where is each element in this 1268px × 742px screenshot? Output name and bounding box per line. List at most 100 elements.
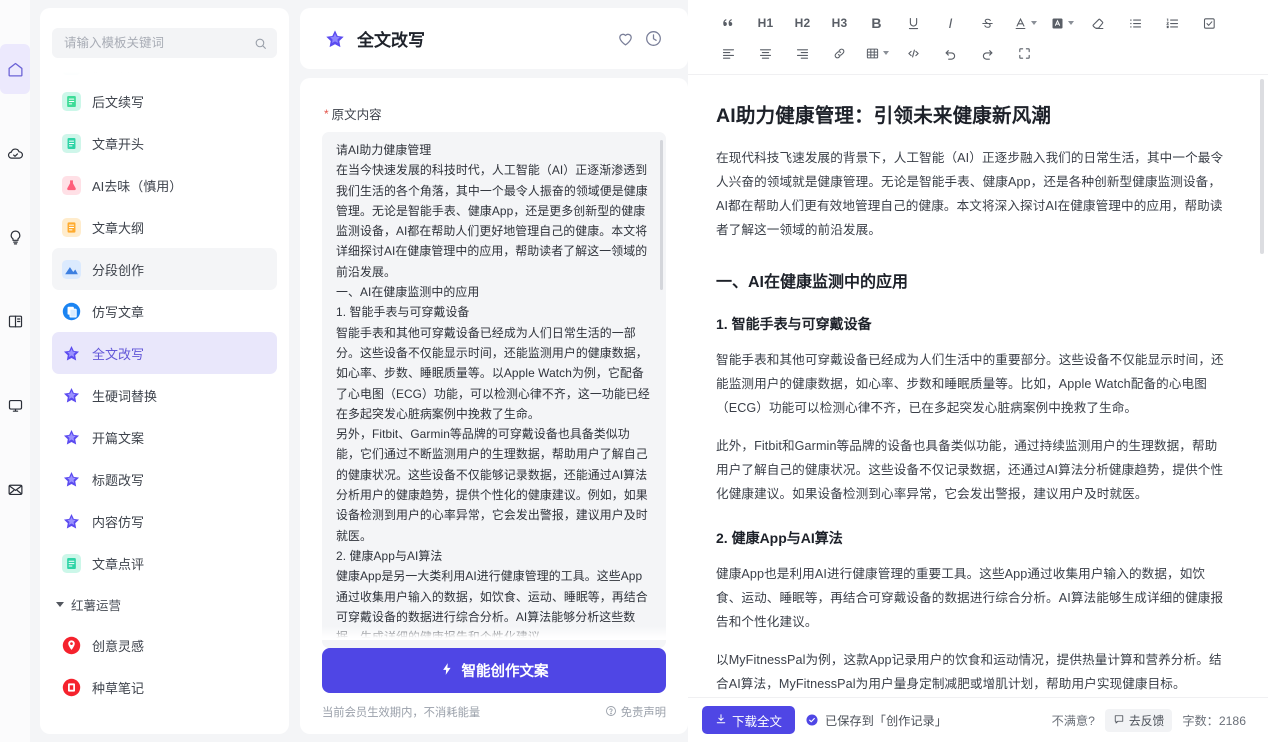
editor-scrollbar[interactable]: [1260, 79, 1264, 254]
editor-footer: 下载全文 已保存到「创作记录」 不满意? 去反馈 字数：2186: [688, 697, 1268, 742]
align-center-button[interactable]: [747, 40, 784, 67]
unhappy-text: 不满意?: [1051, 714, 1095, 728]
generate-button-label: 智能创作文案: [461, 664, 549, 680]
strikethrough-button[interactable]: [969, 10, 1006, 37]
sidebar-item-11[interactable]: 内容仿写: [52, 500, 277, 542]
editor-document-scroll[interactable]: AI助力健康管理：引领未来健康新风潮 在现代科技飞速发展的背景下，人工智能（AI…: [688, 75, 1268, 697]
clear-format-button[interactable]: [1080, 10, 1117, 37]
sidebar-group-header[interactable]: 红薯运营: [52, 584, 277, 624]
field-label-row: * 原文内容: [300, 78, 688, 132]
feedback-button[interactable]: 去反馈: [1104, 708, 1173, 732]
redo-button[interactable]: [969, 40, 1006, 67]
feedback-icon: [1113, 713, 1125, 728]
quote-icon[interactable]: [710, 10, 747, 37]
code-button[interactable]: [895, 40, 932, 67]
rail-item-cloud[interactable]: [0, 128, 30, 178]
textarea-scrollbar[interactable]: [660, 140, 663, 290]
table-button[interactable]: [858, 40, 895, 67]
disclaimer-link[interactable]: 免责声明: [605, 704, 666, 720]
template-list[interactable]: 模板名称后文续写 文章开头 AI去味（慎用） 文章大纲 分段创作 仿写文章全文改写生硬词替…: [40, 64, 289, 734]
undo-button[interactable]: [932, 40, 969, 67]
editor-toolbar: H1 H2 H3 B I: [688, 0, 1268, 75]
history-icon[interactable]: [639, 25, 667, 53]
icon-rail: [0, 0, 30, 742]
heading-2-button[interactable]: H2: [784, 10, 821, 37]
sidebar-item-10[interactable]: 标题改写: [52, 458, 277, 500]
search-container: [40, 8, 289, 64]
search-icon[interactable]: [254, 37, 267, 50]
doc-icon: [62, 64, 81, 75]
sidebar-item-label: 生硬词替换: [92, 388, 158, 404]
form-body: * 原文内容 请AI助力健康管理 在当今快速发展的科技时代，人工智能（AI）正逐…: [300, 78, 688, 734]
app-root: 模板名称后文续写文章开头AI去味（慎用）文章大纲分段创作仿写文章全文改写生硬词替…: [0, 0, 1268, 742]
save-status-text: 已保存到「创作记录」: [825, 714, 947, 728]
sidebar-item-0[interactable]: 模板名称: [52, 64, 277, 80]
favorite-icon[interactable]: [611, 25, 639, 53]
chevron-down-icon: [1030, 21, 1037, 25]
sidebar-item-label: 模板名称: [92, 64, 145, 74]
rail-item-mail[interactable]: [0, 464, 30, 514]
heading-1-button[interactable]: H1: [747, 10, 784, 37]
heading-3-button[interactable]: H3: [821, 10, 858, 37]
sidebar-item-label: 文章点评: [92, 556, 145, 572]
sidebar-item-8[interactable]: 生硬词替换: [52, 374, 277, 416]
search-box[interactable]: [52, 28, 277, 58]
source-textarea-value: 请AI助力健康管理 在当今快速发展的科技时代，人工智能（AI）正逐渐渗透到我们生…: [336, 143, 650, 640]
sidebar-group-item-0[interactable]: 创意灵感: [52, 624, 277, 666]
sidebar-item-9[interactable]: 开篇文案: [52, 416, 277, 458]
align-right-button[interactable]: [784, 40, 821, 67]
rail-item-library[interactable]: [0, 296, 30, 346]
list-icon: [62, 217, 81, 237]
generate-button[interactable]: 智能创作文案: [322, 648, 666, 693]
form-header: 全文改写: [300, 8, 688, 69]
sidebar-item-3[interactable]: AI去味（慎用）: [52, 164, 277, 206]
toolbar-row-1: H1 H2 H3 B I: [710, 8, 1246, 38]
feedback-label: 去反馈: [1128, 713, 1165, 728]
fullscreen-button[interactable]: [1006, 40, 1043, 67]
doc-icon: [62, 133, 81, 153]
cloud-check-icon: [7, 145, 24, 162]
italic-label: I: [948, 15, 953, 31]
download-button[interactable]: 下载全文: [702, 706, 796, 734]
document-block-h2: 一、AI在健康监测中的应用: [716, 274, 909, 291]
sidebar-item-label: 全文改写: [92, 346, 145, 362]
sidebar-item-12[interactable]: 文章点评: [52, 542, 277, 584]
rail-item-monitor[interactable]: [0, 380, 30, 430]
form-footer: 智能创作文案 当前会员生效期内，不消耗能量 免责声明: [300, 648, 688, 734]
sidebar-item-7[interactable]: 全文改写: [52, 332, 277, 374]
star-icon: [62, 428, 81, 447]
location-icon: [62, 636, 81, 655]
sidebar-item-5[interactable]: 分段创作: [52, 248, 277, 290]
lightbulb-icon: [7, 229, 24, 246]
bullet-list-button[interactable]: [1117, 10, 1154, 37]
highlight-color-button[interactable]: [1043, 10, 1080, 37]
rail-item-inspiration[interactable]: [0, 212, 30, 262]
sidebar-item-6[interactable]: 仿写文章: [52, 290, 277, 332]
checklist-button[interactable]: [1191, 10, 1228, 37]
search-input[interactable]: [62, 35, 254, 51]
required-mark: *: [324, 106, 329, 121]
heading-2-label: H2: [794, 16, 811, 30]
bold-button[interactable]: B: [858, 10, 895, 37]
heading-1-label: H1: [757, 16, 774, 30]
form-panel: 全文改写 * 原文内容 请AI助力健康管理 在当今快速发展的科技时代，人工智能（…: [300, 8, 688, 734]
underline-button[interactable]: [895, 10, 932, 37]
rail-item-home[interactable]: [0, 44, 30, 94]
source-textarea[interactable]: 请AI助力健康管理 在当今快速发展的科技时代，人工智能（AI）正逐渐渗透到我们生…: [322, 132, 666, 648]
sidebar-item-4[interactable]: 文章大纲: [52, 206, 277, 248]
doc-pen-icon: [62, 91, 81, 111]
link-button[interactable]: [821, 40, 858, 67]
align-left-button[interactable]: [710, 40, 747, 67]
sidebar-item-2[interactable]: 文章开头: [52, 122, 277, 164]
font-color-button[interactable]: [1006, 10, 1043, 37]
doc-check-icon: [62, 553, 81, 573]
sidebar-item-1[interactable]: 后文续写: [52, 80, 277, 122]
mail-icon: [7, 481, 24, 498]
chevron-down-icon: [56, 601, 64, 607]
italic-button[interactable]: I: [932, 10, 969, 37]
sidebar-item-label: AI去味（慎用）: [92, 178, 183, 194]
editor-document[interactable]: AI助力健康管理：引领未来健康新风潮 在现代科技飞速发展的背景下，人工智能（AI…: [688, 75, 1268, 697]
toolbar-row-2: [710, 38, 1246, 68]
ordered-list-button[interactable]: [1154, 10, 1191, 37]
sidebar-group-item-1[interactable]: 种草笔记: [52, 666, 277, 708]
